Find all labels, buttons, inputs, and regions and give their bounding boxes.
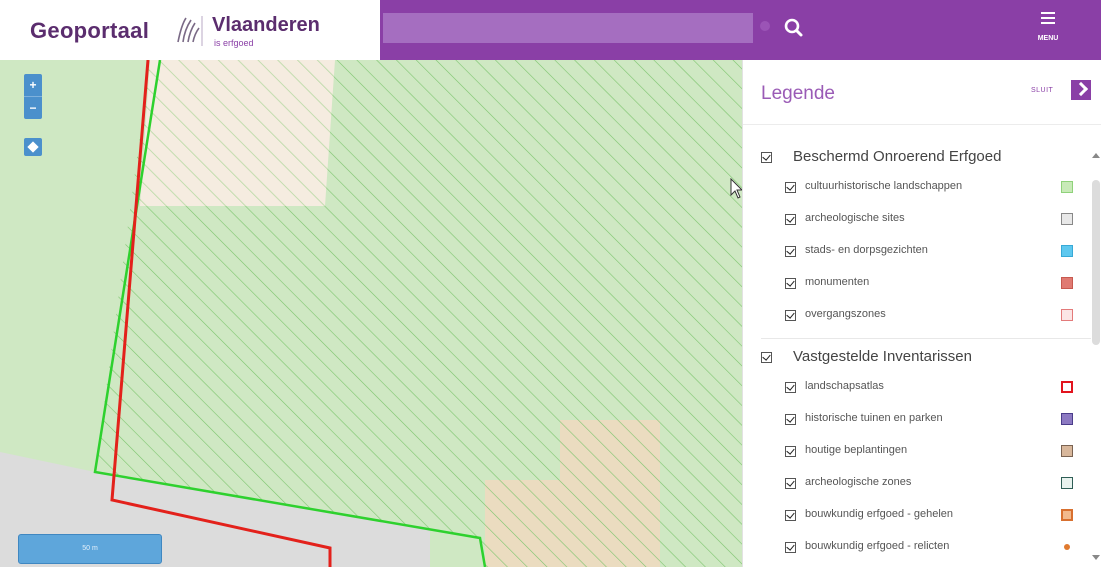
checkbox[interactable] [785,478,796,489]
legend-title: Legende [761,83,835,104]
tan-swatch [1061,445,1073,457]
legend-item-label: bouwkundig erfgoed - relicten [805,540,950,552]
brand-slant [350,0,380,60]
search-input[interactable] [383,13,753,43]
legend-item-label: cultuurhistorische landschappen [805,180,963,192]
legend-item[interactable]: overgangszones [785,306,1085,326]
pink-hatch-swatch [1061,309,1073,321]
blue-swatch [1061,245,1073,257]
zoom-out-button[interactable]: − [24,96,42,119]
legend-group-divider [761,338,1091,339]
organisation-name: Vlaanderen [212,14,320,36]
legend-divider [743,124,1101,125]
legend-item-label: overgangszones [805,308,886,320]
checkbox[interactable] [785,382,796,393]
teal-hatch-swatch [1061,477,1073,489]
checkbox[interactable] [785,214,796,225]
legend-item-label: monumenten [805,276,870,288]
zoom-in-button[interactable]: + [24,74,42,96]
legend-close-label[interactable]: SLUIT [1031,87,1053,94]
menu-label: MENU [1037,35,1059,42]
scroll-down-icon[interactable] [1092,555,1100,560]
flemish-lion-logo-icon [177,16,203,46]
legend-item[interactable]: historische tuinen en parken [785,410,1085,430]
checkbox[interactable] [785,182,796,193]
red-outline-swatch [1061,381,1073,393]
checkbox[interactable] [761,352,772,363]
legend-item-label: stads- en dorpsgezichten [805,244,928,256]
legend-item[interactable]: landschapsatlas [785,378,1085,398]
legend-item[interactable]: stads- en dorpsgezichten [785,242,1085,262]
menu-button[interactable]: MENU [1032,10,1064,50]
legend-item-label: archeologische zones [805,476,912,488]
legend-item[interactable]: archeologische sites [785,210,1085,230]
green-hatch-swatch [1061,181,1073,193]
legend-item[interactable]: archeologische zones [785,474,1085,494]
legend-scrollbar[interactable] [1092,180,1100,345]
checkbox[interactable] [761,152,772,163]
checkbox[interactable] [785,310,796,321]
red-swatch [1061,277,1073,289]
checkbox[interactable] [785,542,796,553]
purple-hatch-swatch [1061,413,1073,425]
checkbox[interactable] [785,414,796,425]
legend-item-label: archeologische sites [805,212,905,224]
map-layers [0,60,742,567]
legend-item-label: historische tuinen en parken [805,412,943,424]
legend-item[interactable]: bouwkundig erfgoed - gehelen [785,506,1085,526]
legend-item-label: landschapsatlas [805,380,884,392]
zoom-control: + − [24,74,42,119]
hamburger-icon [1041,12,1055,24]
legend-group-label: Vastgestelde Inventarissen [793,348,972,365]
search-button[interactable] [776,10,812,46]
legend-panel: Legende SLUIT Beschermd Onroerend Erfgoe… [742,60,1101,567]
grey-swatch [1061,213,1073,225]
legend-item[interactable]: cultuurhistorische landschappen [785,178,1085,198]
legend-group-label: Beschermd Onroerend Erfgoed [793,148,1002,165]
brand-area: Geoportaal Vlaanderen is erfgoed [0,0,380,60]
scroll-up-icon[interactable] [1092,153,1100,158]
search-clear-icon[interactable] [760,21,770,31]
scale-bar: 50 m [18,534,162,564]
orange-dot-swatch [1064,544,1070,550]
map-canvas[interactable] [0,60,742,567]
checkbox[interactable] [785,278,796,289]
legend-close-button[interactable] [1071,80,1091,100]
locate-icon [27,141,39,153]
legend-item[interactable]: houtige beplantingen [785,442,1085,462]
organisation-subtitle: is erfgoed [214,38,254,48]
checkbox[interactable] [785,446,796,457]
search-icon [784,18,803,37]
legend-item[interactable]: bouwkundig erfgoed - relicten [785,538,1085,558]
locate-button[interactable] [24,138,42,156]
orange-swatch [1061,509,1073,521]
top-bar: Geoportaal Vlaanderen is erfgoed MENU [0,0,1101,60]
checkbox[interactable] [785,246,796,257]
checkbox[interactable] [785,510,796,521]
legend-item-label: houtige beplantingen [805,444,908,456]
legend-item[interactable]: monumenten [785,274,1085,294]
app-title[interactable]: Geoportaal [30,18,149,44]
legend-item-label: bouwkundig erfgoed - gehelen [805,508,954,520]
